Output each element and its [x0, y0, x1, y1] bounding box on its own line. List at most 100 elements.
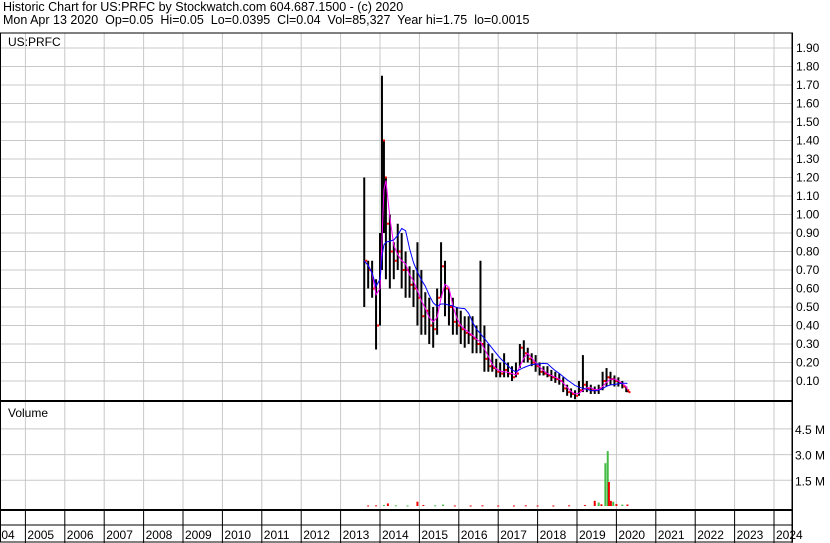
year-label: 2005	[27, 528, 54, 542]
volume-label: Volume	[8, 406, 48, 420]
outer-frame	[0, 32, 793, 543]
close-dot	[627, 389, 630, 392]
price-tick-label: 0.80	[796, 245, 820, 259]
price-tick-label: 0.60	[796, 282, 820, 296]
volume-tick-label: 3.0 M	[795, 449, 825, 463]
volume-bar	[406, 505, 409, 507]
close-dot	[365, 259, 368, 262]
close-dot	[453, 320, 456, 323]
stock-chart: 0.10 0.20 0.30 0.40 0.50 0.60 0.70 0.80 0.90 1.00…	[0, 32, 825, 543]
price-tick-label: 1.20	[796, 171, 820, 185]
volume-bar	[394, 505, 397, 507]
year-label: 2016	[461, 528, 488, 542]
grid-lines	[0, 33, 792, 510]
volume-bar	[536, 505, 539, 507]
close-dot	[449, 306, 452, 308]
year-label: 2010	[224, 528, 251, 542]
volume-bar	[367, 505, 370, 507]
price-bars	[363, 75, 629, 400]
price-tick-label: 1.40	[796, 134, 820, 148]
volume-bar	[442, 504, 445, 506]
volume-bar	[600, 504, 603, 506]
close-dot	[410, 283, 413, 286]
year-label: 2018	[540, 528, 567, 542]
volume-bar	[422, 504, 425, 506]
year-label: 2017	[500, 528, 527, 542]
price-tick-label: 0.90	[796, 226, 820, 240]
year-label: 2022	[697, 528, 724, 542]
close-dot	[564, 387, 567, 390]
price-tick-label: 1.70	[796, 78, 820, 92]
price-tick-label: 1.00	[796, 208, 820, 222]
close-dot	[394, 259, 397, 262]
volume-bar	[524, 505, 527, 507]
close-dot	[576, 394, 579, 397]
volume-bar	[416, 501, 419, 506]
close-dot	[442, 265, 445, 268]
price-tick-label: 1.80	[796, 60, 820, 74]
close-dot	[628, 391, 631, 394]
price-tick-label: 0.10	[796, 374, 820, 388]
close-dot	[402, 269, 405, 271]
volume-bar	[497, 505, 500, 507]
price-tick-label: 1.60	[796, 97, 820, 111]
close-dot	[583, 383, 586, 386]
volume-bar	[568, 505, 571, 507]
year-label: 2009	[185, 528, 212, 542]
year-label: 2012	[303, 528, 330, 542]
price-tick-label: 0.50	[796, 300, 820, 314]
year-label: 2006	[67, 528, 94, 542]
volume-bar	[469, 505, 472, 507]
close-dot	[446, 287, 449, 290]
close-dot	[603, 380, 606, 382]
close-dot	[384, 176, 387, 179]
volume-bar	[583, 504, 586, 506]
year-label: 2014	[382, 528, 409, 542]
year-label: 2011	[264, 528, 290, 542]
year-label: 2007	[106, 528, 133, 542]
volume-bar	[434, 505, 437, 507]
volume-bar	[612, 501, 615, 506]
volume-bar	[552, 505, 555, 507]
year-label: 2019	[579, 528, 606, 542]
year-label: 2015	[421, 528, 448, 542]
volume-bar	[375, 505, 378, 507]
close-dot	[422, 315, 425, 318]
price-tick-label: 1.50	[796, 115, 820, 129]
year-label: 2021	[658, 528, 685, 542]
price-tick-label: 0.70	[796, 263, 820, 277]
year-label: 2013	[343, 528, 370, 542]
close-dot	[501, 372, 504, 375]
close-dot	[489, 365, 492, 368]
volume-bar	[621, 504, 624, 506]
price-tick-label: 0.20	[796, 356, 820, 370]
close-dot	[512, 376, 515, 379]
close-dot	[528, 357, 531, 360]
volume-bar	[481, 505, 484, 507]
volume-tick-label: 1.5 M	[795, 474, 825, 488]
close-dot	[390, 250, 393, 253]
volume-bar	[453, 505, 456, 507]
volume-bar	[615, 503, 618, 506]
price-tick-label: 0.30	[796, 337, 820, 351]
volume-bar	[607, 482, 610, 506]
price-tick-label: 1.30	[796, 152, 820, 166]
close-dot	[382, 139, 385, 142]
price-tick-label: 0.40	[796, 319, 820, 333]
price-tick-label: 1.90	[796, 41, 820, 55]
close-dot	[377, 324, 380, 327]
close-dot	[540, 370, 543, 373]
close-dot	[386, 222, 389, 225]
close-dot	[485, 357, 488, 360]
close-dot	[434, 328, 437, 331]
year-label: 2004	[0, 528, 15, 542]
close-dot	[465, 331, 468, 334]
symbol-label: US:PRFC	[8, 35, 61, 49]
volume-bar	[626, 504, 629, 506]
volume-bar	[604, 463, 607, 506]
close-dot	[398, 250, 401, 253]
year-label: 2023	[737, 528, 764, 542]
volume-bar	[382, 504, 385, 506]
close-dot	[524, 352, 527, 355]
close-dot	[477, 343, 480, 345]
